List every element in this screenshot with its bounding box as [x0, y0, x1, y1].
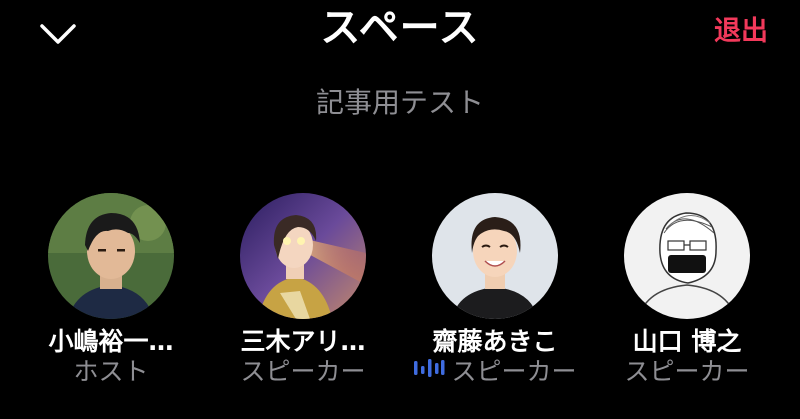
participant-list: 小嶋裕一… ホスト 三木アリ… スピーカー 齋藤あきこ スピーカー 山口 博之 …	[0, 192, 800, 392]
audio-wave-icon	[413, 354, 445, 388]
participant-card[interactable]: 山口 博之 スピーカー	[595, 192, 779, 392]
participant-name: 三木アリ…	[240, 327, 366, 356]
participant-role-label: スピーカー	[451, 357, 577, 386]
avatar	[624, 193, 750, 319]
participant-role-label: スピーカー	[240, 357, 366, 386]
participant-card[interactable]: 小嶋裕一… ホスト	[19, 192, 203, 392]
participant-role: スピーカー	[211, 355, 395, 389]
participant-role-label: スピーカー	[624, 357, 750, 386]
avatar	[240, 193, 366, 319]
participant-name: 小嶋裕一…	[48, 327, 174, 356]
participant-role-label: ホスト	[73, 357, 149, 386]
participant-card[interactable]: 齋藤あきこ スピーカー	[403, 192, 587, 392]
header: スペース 退出	[0, 0, 800, 64]
participant-role: ホスト	[19, 355, 203, 389]
avatar	[48, 193, 174, 319]
participant-name: 山口 博之	[632, 327, 742, 356]
participant-role: スピーカー	[595, 355, 779, 389]
leave-button[interactable]: 退出	[714, 14, 768, 50]
participant-role: スピーカー	[403, 355, 587, 390]
avatar	[432, 193, 558, 319]
space-name: 記事用テスト	[315, 86, 484, 119]
page-title: スペース	[320, 5, 480, 51]
participant-card[interactable]: 三木アリ… スピーカー	[211, 192, 395, 392]
